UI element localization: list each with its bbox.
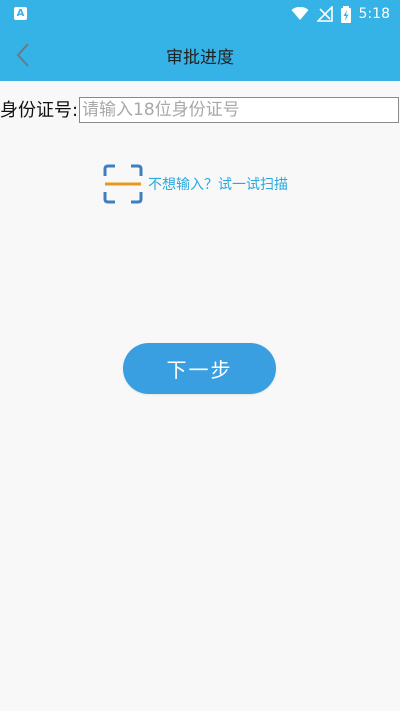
no-signal-icon [316, 6, 333, 22]
id-number-row: 身份证号: [0, 97, 400, 125]
next-step-button[interactable]: 下一步 [123, 343, 276, 394]
screen: A 5:18 审批进度 身份证号: 请输入18位身份证号 不想输入？试一试扫描 … [0, 0, 400, 711]
battery-charging-icon [340, 5, 351, 23]
status-time: 5:18 [358, 6, 390, 22]
status-icons: 5:18 [291, 4, 390, 24]
scan-frame-icon [103, 164, 143, 204]
page-title: 审批进度 [166, 48, 234, 68]
status-bar: A 5:18 [0, 0, 400, 28]
scan-link[interactable]: 不想输入？试一试扫描 [102, 163, 288, 205]
wifi-icon [291, 7, 309, 21]
id-number-label: 身份证号: [0, 100, 79, 121]
app-bar: 审批进度 [0, 28, 400, 81]
id-number-input[interactable] [79, 97, 399, 123]
notification-icon: A [14, 7, 27, 20]
scan-link-text[interactable]: 不想输入？试一试扫描 [148, 174, 288, 194]
